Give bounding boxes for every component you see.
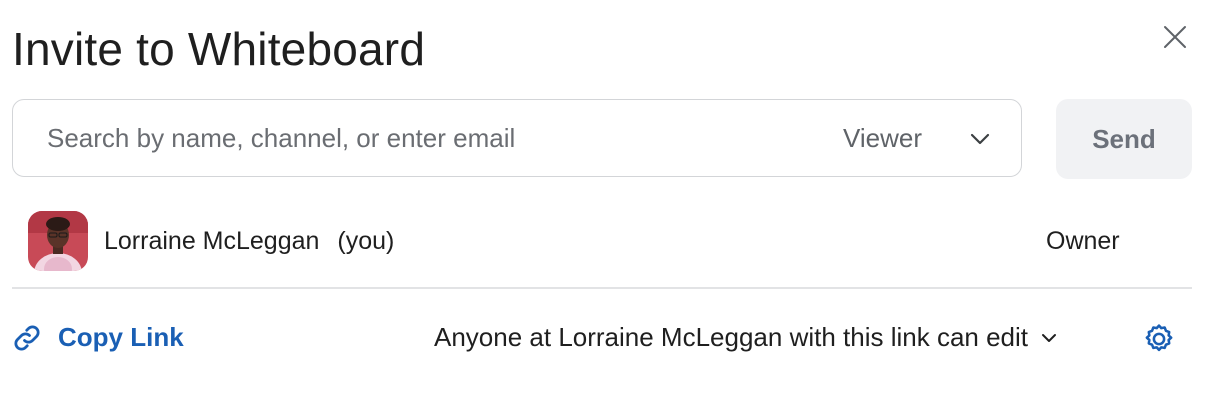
send-button[interactable]: Send	[1056, 99, 1192, 179]
member-name: Lorraine McLeggan	[104, 227, 320, 255]
close-button[interactable]	[1158, 20, 1192, 54]
link-row: Copy Link Anyone at Lorraine McLeggan wi…	[12, 318, 1192, 362]
chevron-down-icon	[970, 133, 990, 145]
link-settings-button[interactable]	[1142, 322, 1176, 356]
user-photo	[28, 211, 88, 271]
role-label: Viewer	[843, 122, 923, 153]
copy-link-label: Copy Link	[58, 322, 184, 352]
copy-link-button[interactable]: Copy Link	[12, 322, 184, 353]
member-you-label: (you)	[337, 227, 395, 255]
member-role: Owner	[1046, 227, 1120, 255]
member-row: Lorraine McLeggan (you) Owner	[28, 211, 1188, 271]
search-box: Viewer	[12, 99, 1022, 177]
link-permission-dropdown[interactable]: Anyone at Lorraine McLeggan with this li…	[434, 322, 1058, 353]
divider	[12, 287, 1192, 289]
gear-icon	[1145, 324, 1173, 352]
chevron-down-icon	[1042, 333, 1057, 342]
avatar	[28, 211, 88, 271]
search-input[interactable]	[47, 120, 807, 156]
close-icon	[1164, 26, 1186, 48]
link-icon	[14, 324, 40, 351]
dialog-title: Invite to Whiteboard	[12, 23, 426, 75]
link-permission-label: Anyone at Lorraine McLeggan with this li…	[434, 322, 1029, 352]
role-dropdown[interactable]: Viewer	[831, 114, 1011, 162]
member-name-line: Lorraine McLeggan (you)	[104, 227, 394, 256]
